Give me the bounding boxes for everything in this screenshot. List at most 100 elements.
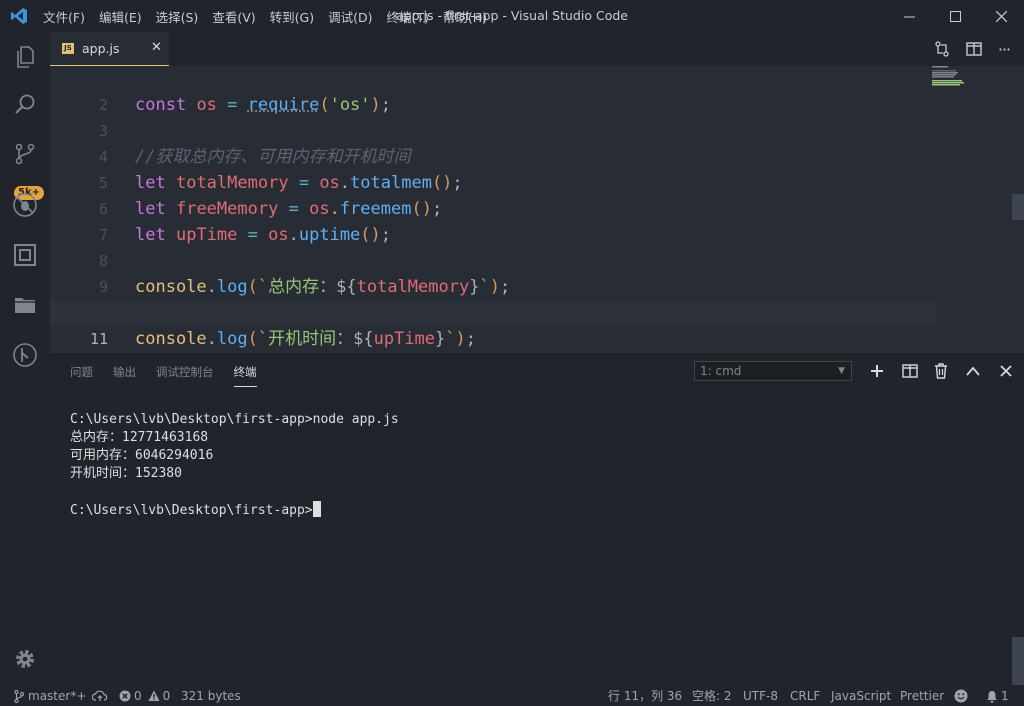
tab-terminal[interactable]: 终端 [233, 358, 257, 387]
tab-label: app.js [82, 41, 120, 56]
terminal-cursor [312, 501, 321, 517]
code-line: 4//获取总内存、可用内存和开机时间 [50, 118, 936, 167]
indentation[interactable]: 空格: 2 [692, 686, 732, 706]
tab-output[interactable]: 输出 [113, 358, 136, 386]
split-editor-button[interactable] [965, 40, 983, 58]
encoding[interactable]: UTF-8 [743, 686, 778, 706]
folder-icon [15, 298, 35, 313]
menu-debug[interactable]: 调试(D) [321, 7, 379, 26]
menu-edit[interactable]: 编辑(E) [92, 7, 149, 26]
warning-icon [148, 690, 160, 701]
cloud-upload-icon [92, 690, 108, 701]
close-window-button[interactable] [978, 0, 1024, 32]
feedback-button[interactable] [954, 686, 968, 706]
tab-app-js[interactable]: JS app.js ✕ [50, 32, 169, 66]
chevron-down-icon: ▼ [838, 366, 845, 376]
git-icon [13, 343, 37, 367]
tab-close-icon[interactable]: ✕ [151, 40, 162, 55]
terminal-line: 可用内存：6046294016 [70, 448, 214, 463]
tab-debug-console[interactable]: 调试控制台 [156, 358, 214, 386]
editor-tab-bar: JS app.js ✕ ··· [50, 32, 1024, 66]
terminal-output[interactable]: C:\Users\lvb\Desktop\first-app>node app.… [70, 411, 399, 520]
code-line: 7 let upTime = os.uptime(); [50, 196, 936, 245]
menu-file[interactable]: 文件(F) [36, 7, 92, 26]
editor-scrollbar[interactable] [1012, 66, 1024, 354]
menu-goto[interactable]: 转到(G) [263, 7, 321, 26]
split-terminal-button[interactable] [901, 362, 919, 380]
code-line: 5 let totalMemory = os.totalmem(); [50, 144, 936, 193]
kill-terminal-button[interactable] [932, 362, 950, 380]
smiley-icon [954, 689, 968, 703]
code-line: 6 let freeMemory = os.freemem(); [50, 170, 936, 219]
git-branch-icon [14, 689, 24, 703]
cursor-position[interactable]: 行 11，列 36 [608, 686, 682, 706]
source-control-button[interactable] [0, 129, 50, 179]
plus-icon [871, 365, 883, 377]
javascript-file-icon: JS [62, 43, 74, 54]
split-terminal-icon [902, 364, 918, 378]
chevron-up-icon [966, 366, 980, 376]
warning-count: 0 [162, 689, 171, 703]
terminal-select-value: 1: cmd [700, 364, 742, 378]
title-bar: 文件(F) 编辑(E) 选择(S) 查看(V) 转到(G) 调试(D) 终端(T… [0, 0, 1024, 32]
error-icon [119, 690, 131, 702]
close-icon [995, 10, 1007, 22]
bottom-panel: 问题 输出 调试控制台 终端 1: cmd ▼ C:\Users\lvb\Des… [50, 354, 1024, 686]
notifications-button[interactable]: 1 [986, 686, 1009, 706]
bell-icon [987, 690, 997, 703]
branch-status[interactable]: master*+ [14, 686, 86, 706]
menu-view[interactable]: 查看(V) [205, 7, 262, 26]
language-mode[interactable]: JavaScript [831, 686, 891, 706]
terminal-line: 总内存：12771463168 [70, 430, 209, 445]
panel-tabs: 问题 输出 调试控制台 终端 [50, 355, 257, 389]
debug-icon [13, 193, 37, 217]
end-of-line[interactable]: CRLF [790, 686, 820, 706]
folders-button[interactable] [0, 280, 50, 330]
new-terminal-button[interactable] [868, 362, 886, 380]
split-editor-icon [966, 42, 982, 56]
menu-selection[interactable]: 选择(S) [149, 7, 206, 26]
maximize-panel-button[interactable] [964, 362, 982, 380]
menu-help[interactable]: 帮助(H) [436, 7, 494, 26]
prettier-status[interactable]: Prettier [900, 686, 944, 706]
code-line: 2 const os = require('os'); [50, 66, 936, 115]
close-icon [1000, 365, 1012, 377]
more-actions-button[interactable]: ··· [995, 40, 1013, 59]
maximize-icon [949, 10, 961, 22]
terminal-prompt-line: C:\Users\lvb\Desktop\first-app> [70, 501, 399, 520]
files-icon [17, 46, 34, 68]
terminal-line: 开机时间：152380 [70, 466, 182, 481]
minimap[interactable] [932, 66, 972, 96]
error-count: 0 [134, 689, 142, 703]
terminal-select[interactable]: 1: cmd ▼ [694, 361, 852, 381]
explorer-button[interactable] [0, 32, 50, 82]
minimize-button[interactable] [886, 0, 932, 32]
activity-bar: 5k+ [0, 32, 50, 686]
code-line: 10console.log(`可用内存：${freeMemory}`); [50, 274, 936, 323]
close-panel-button[interactable] [997, 362, 1015, 380]
open-changes-button[interactable] [933, 40, 951, 58]
notification-count: 1 [1001, 689, 1009, 703]
code-line: 9 console.log(`总内存：${totalMemory}`); [50, 248, 936, 297]
minimize-icon [903, 16, 915, 17]
terminal-prompt: C:\Users\lvb\Desktop\first-app> [70, 503, 313, 518]
panel-scrollbar[interactable] [1012, 637, 1024, 685]
terminal-line: C:\Users\lvb\Desktop\first-app>node app.… [70, 412, 399, 427]
sync-button[interactable] [92, 686, 108, 706]
search-button[interactable] [0, 79, 50, 129]
extensions-icon [14, 244, 36, 266]
git-history-button[interactable] [0, 330, 50, 380]
maximize-button[interactable] [932, 0, 978, 32]
code-editor[interactable]: 2 const os = require('os'); 3 4//获取总内存、可用… [50, 66, 1024, 354]
gear-icon [16, 650, 34, 668]
menu-terminal[interactable]: 终端(T) [379, 7, 435, 26]
problems-status[interactable]: 0 0 [119, 686, 170, 706]
vscode-logo-icon [11, 8, 27, 24]
settings-button[interactable] [0, 634, 50, 684]
file-size: 321 bytes [181, 689, 241, 703]
branch-name: master*+ [28, 689, 87, 703]
debug-button[interactable] [0, 180, 50, 230]
tab-problems[interactable]: 问题 [70, 358, 93, 386]
extensions-button[interactable] [0, 230, 50, 280]
